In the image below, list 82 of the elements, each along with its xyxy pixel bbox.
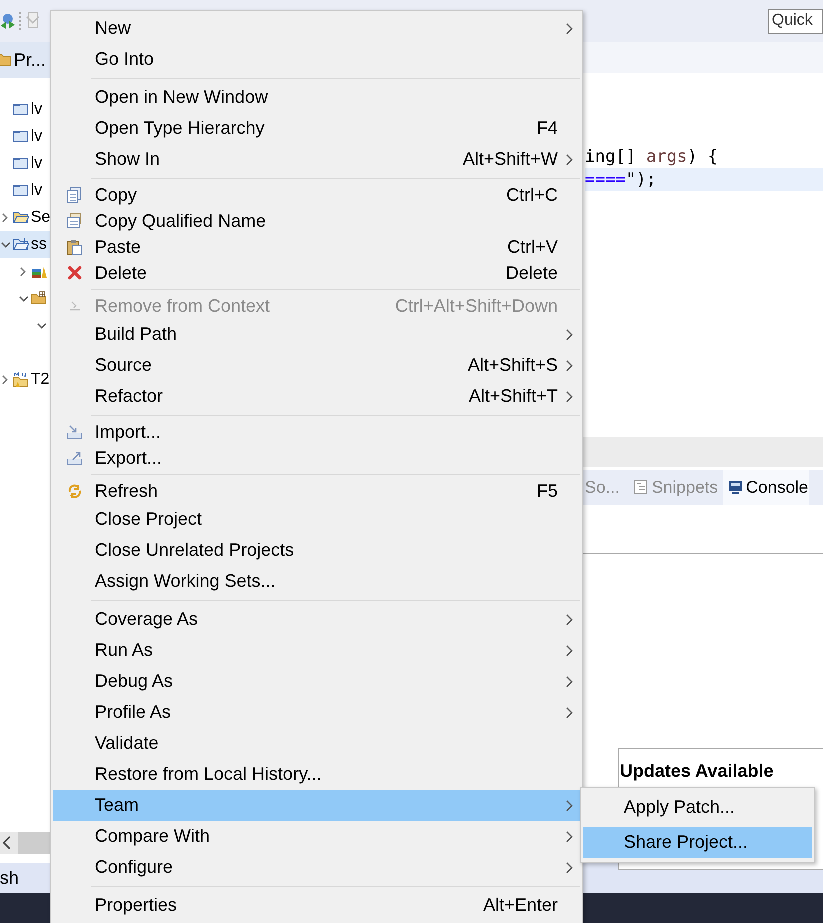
chevron-right-icon bbox=[564, 390, 574, 402]
tree-row[interactable]: lv bbox=[0, 150, 50, 177]
menu-item[interactable]: Source Alt+Shift+S bbox=[53, 350, 580, 381]
tree-row[interactable]: lv bbox=[0, 177, 50, 204]
refresh-icon bbox=[67, 483, 83, 499]
tree-item[interactable]: Se bbox=[31, 208, 50, 226]
code-line: ing[] args) { bbox=[585, 146, 720, 168]
view-tab[interactable]: Console bbox=[723, 470, 809, 505]
chevron-right-icon bbox=[564, 706, 574, 718]
menu-item[interactable]: Run As bbox=[53, 635, 580, 666]
tree-item[interactable]: lv bbox=[31, 154, 43, 172]
menu-item[interactable]: Apply Patch... bbox=[583, 790, 812, 824]
monitor-icon bbox=[728, 480, 744, 495]
document-icon bbox=[634, 480, 649, 495]
tree-row[interactable]: Se bbox=[0, 204, 50, 231]
folder-icon bbox=[13, 372, 29, 388]
chevron-right-icon bbox=[564, 676, 574, 688]
menu-item[interactable]: Delete Delete bbox=[53, 260, 580, 286]
project-icon bbox=[13, 128, 29, 144]
chevron-right-icon bbox=[564, 644, 574, 656]
folder-icon bbox=[31, 290, 47, 306]
menu-item[interactable]: Validate bbox=[53, 728, 580, 759]
menu-item[interactable]: Export... bbox=[53, 445, 580, 471]
menu-item[interactable]: Close Unrelated Projects bbox=[53, 535, 580, 566]
menu-item[interactable]: New bbox=[53, 13, 580, 44]
open-folder-icon bbox=[13, 236, 29, 252]
project-icon bbox=[13, 156, 29, 172]
menu-item[interactable]: Profile As bbox=[53, 697, 580, 728]
copy-icon bbox=[67, 213, 83, 229]
tree-item[interactable]: lv bbox=[31, 128, 43, 146]
chevron-right-icon bbox=[564, 328, 574, 340]
tree-item[interactable]: ss bbox=[31, 236, 47, 254]
scroll-left-icon[interactable] bbox=[2, 836, 12, 850]
menu-item[interactable]: Import... bbox=[53, 419, 580, 445]
menu-item[interactable]: Configure bbox=[53, 852, 580, 883]
notification-title: Updates Available bbox=[619, 760, 775, 782]
tree-item[interactable]: lv bbox=[31, 182, 43, 200]
tree-row[interactable]: lv bbox=[0, 123, 50, 150]
tree-row[interactable]: ss bbox=[0, 231, 50, 258]
menu-item[interactable]: Compare With bbox=[53, 821, 580, 852]
tree-row[interactable]: T2 bbox=[0, 366, 50, 393]
menu-item[interactable]: Paste Ctrl+V bbox=[53, 234, 580, 260]
open-folder-icon bbox=[13, 210, 29, 226]
menu-item[interactable]: Show In Alt+Shift+W bbox=[53, 144, 580, 175]
folder-icon bbox=[0, 53, 12, 67]
quick-access-field[interactable]: Quick bbox=[768, 8, 823, 34]
clipboard-icon bbox=[67, 239, 83, 255]
menu-item[interactable]: Copy Ctrl+C bbox=[53, 182, 580, 208]
chevron-right-icon bbox=[564, 830, 574, 842]
tree-item[interactable]: lv bbox=[31, 100, 43, 118]
menu-item[interactable]: Team bbox=[53, 790, 580, 821]
menu-item[interactable]: Debug As bbox=[53, 666, 580, 697]
import-icon bbox=[67, 424, 83, 440]
menu-item[interactable]: Go Into bbox=[53, 44, 580, 75]
tree-row[interactable]: lv bbox=[0, 96, 50, 123]
chevron-right-icon bbox=[564, 22, 574, 34]
tree-item[interactable]: T2 bbox=[31, 370, 50, 388]
menu-item[interactable]: Coverage As bbox=[53, 604, 580, 635]
menu-item[interactable]: Refresh F5 bbox=[53, 478, 580, 504]
status-text: sh bbox=[0, 868, 20, 888]
menu-item[interactable]: Restore from Local History... bbox=[53, 759, 580, 790]
menu-item[interactable]: Open Type Hierarchy F4 bbox=[53, 113, 580, 144]
menu-item[interactable]: Open in New Window bbox=[53, 82, 580, 113]
export-icon bbox=[67, 450, 83, 466]
horizontal-scrollbar[interactable] bbox=[0, 832, 50, 854]
chevron-right-icon bbox=[564, 360, 574, 372]
menu-item[interactable]: Close Project bbox=[53, 504, 580, 535]
copy-icon bbox=[67, 187, 83, 203]
chevron-right-icon bbox=[564, 154, 574, 166]
run-icon[interactable] bbox=[0, 12, 16, 30]
chevron-right-icon bbox=[564, 862, 574, 874]
chevron-right-icon bbox=[564, 800, 574, 812]
menu-item[interactable]: Share Project... bbox=[583, 827, 812, 858]
menu-item[interactable]: Assign Working Sets... bbox=[53, 566, 580, 597]
delete-icon bbox=[67, 265, 83, 281]
chevron-right-icon bbox=[564, 614, 574, 626]
menu-item[interactable]: Build Path bbox=[53, 319, 580, 350]
menu-item[interactable]: Properties Alt+Enter bbox=[53, 890, 580, 921]
menu-item[interactable]: Refactor Alt+Shift+T bbox=[53, 381, 580, 412]
project-icon bbox=[13, 102, 29, 118]
project-icon bbox=[13, 182, 29, 198]
menu-item[interactable]: Copy Qualified Name bbox=[53, 208, 580, 234]
